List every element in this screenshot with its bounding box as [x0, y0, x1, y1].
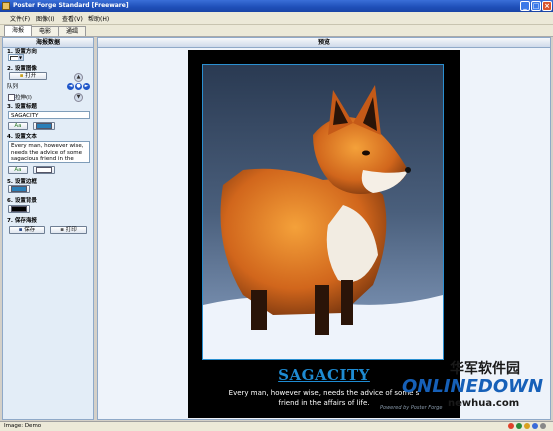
folder-icon: ▪ — [19, 73, 24, 79]
menu-file[interactable]: 文件(F) — [10, 14, 30, 23]
text-area[interactable]: Every man, however wise, needs the advic… — [8, 141, 90, 163]
watermark-url: newhua.com — [448, 398, 520, 409]
menu-view[interactable]: 查看(V) — [62, 14, 83, 23]
minimize-button[interactable]: _ — [520, 1, 530, 11]
text-color-button[interactable] — [33, 166, 55, 174]
tray-icon-3[interactable] — [524, 423, 530, 429]
tab-wanted[interactable]: 通缉 — [58, 26, 86, 36]
printer-icon: ▪ — [60, 227, 64, 233]
tab-poster[interactable]: 海报 — [4, 25, 32, 36]
menu-help[interactable]: 帮助(H) — [88, 14, 109, 23]
step-title: 3. 设置标题 — [7, 104, 37, 110]
text-color-swatch — [36, 167, 52, 173]
open-image-button[interactable]: ▪ 打开 — [9, 72, 47, 80]
poster-data-panel: 海报数据 1. 设置方向 ▼ 2. 设置图像 ▪ 打开 ▲ 队列 ◄ ● ► 拉… — [2, 37, 94, 420]
align-center-button[interactable]: ● — [75, 83, 82, 90]
step-text: 4. 设置文本 — [7, 134, 37, 140]
tray-icon-2[interactable] — [516, 423, 522, 429]
align-top-button[interactable]: ▲ — [74, 73, 83, 82]
disk-icon: ▪ — [18, 227, 23, 233]
align-label: 队列 — [7, 84, 19, 90]
title-input[interactable]: SAGACITY — [8, 111, 90, 119]
step-image: 2. 设置图像 — [7, 66, 37, 72]
maximize-button[interactable]: □ — [531, 1, 541, 11]
chevron-down-icon: ▼ — [18, 55, 23, 60]
print-button[interactable]: ▪ 打印 — [50, 226, 87, 234]
tray-icon-1[interactable] — [508, 423, 514, 429]
title-font-button[interactable]: Aa — [8, 122, 28, 130]
border-color-button[interactable] — [8, 185, 30, 193]
watermark-chinese: 华军软件园 — [450, 361, 520, 377]
watermark: 华军软件园 ONLINEDOWN newhua.com — [400, 358, 550, 414]
menu-image[interactable]: 图像(I) — [36, 14, 54, 23]
close-button[interactable]: × — [542, 1, 552, 11]
align-bottom-button[interactable]: ▼ — [74, 93, 83, 102]
step-border: 5. 设置边框 — [7, 179, 37, 185]
preview-header: 预览 — [98, 38, 550, 48]
align-right-button[interactable]: ► — [83, 83, 90, 90]
menu-bar: 文件(F) 图像(I) 查看(V) 帮助(H) — [0, 12, 553, 25]
text-font-button[interactable]: Aa — [8, 166, 28, 174]
poster-image-frame — [202, 64, 444, 360]
tray-icon-5[interactable] — [540, 423, 546, 429]
tab-movie[interactable]: 电影 — [31, 26, 59, 36]
background-color-button[interactable] — [8, 205, 30, 213]
font-icon: Aa — [14, 123, 22, 129]
tab-strip: 海报 电影 通缉 — [0, 25, 553, 37]
window-title: Poster Forge Standard [Freeware] — [13, 2, 129, 9]
border-color-swatch — [11, 186, 27, 192]
step-save: 7. 保存海报 — [7, 218, 37, 224]
stretch-checkbox[interactable] — [8, 94, 15, 101]
step-background: 6. 设置背景 — [7, 198, 37, 204]
stretch-label: 拉伸(I) — [15, 95, 32, 101]
fox-photo — [203, 65, 443, 359]
background-color-swatch — [11, 206, 27, 212]
save-button[interactable]: ▪ 保存 — [9, 226, 45, 234]
orientation-select[interactable]: ▼ — [8, 54, 24, 61]
font-icon: Aa — [14, 167, 22, 173]
align-left-button[interactable]: ◄ — [67, 83, 74, 90]
tray-icon-4[interactable] — [532, 423, 538, 429]
watermark-brand: ONLINEDOWN — [402, 376, 544, 397]
title-bar: Poster Forge Standard [Freeware] _ □ × — [0, 0, 553, 12]
title-color-button[interactable] — [33, 122, 55, 130]
app-icon — [2, 2, 10, 10]
title-color-swatch — [36, 123, 52, 129]
